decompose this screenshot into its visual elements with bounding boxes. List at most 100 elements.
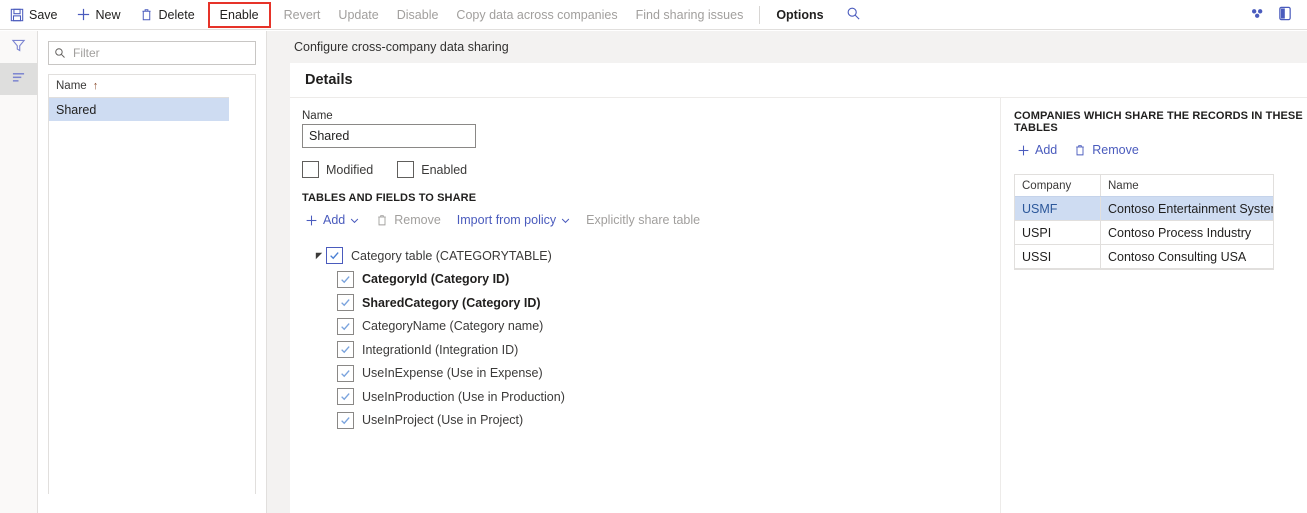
tree-item-checkbox[interactable] (337, 411, 354, 429)
delete-button[interactable]: Delete (131, 2, 203, 28)
column-header-company[interactable]: Company (1015, 175, 1101, 196)
modified-checkbox[interactable] (302, 161, 319, 178)
explicitly-share-table-button: Explicitly share table (586, 213, 700, 227)
revert-button: Revert (276, 2, 329, 28)
name-input[interactable] (302, 124, 476, 148)
tree-item-label: UseInProduction (Use in Production) (362, 389, 565, 404)
tree-item-checkbox[interactable] (337, 294, 354, 312)
enable-label: Enable (219, 7, 259, 22)
tree-item-checkbox[interactable] (337, 341, 354, 359)
details-card: Details Name Modified Enabled TABLES AND… (290, 63, 1307, 513)
plus-icon (1016, 143, 1030, 157)
search-button[interactable] (841, 2, 867, 28)
application-window: Save New Delete Enable Revert Update Dis… (0, 0, 1307, 513)
filter-pane-button[interactable] (0, 31, 37, 63)
tables-and-fields-column: Name Modified Enabled TABLES AND FIELDS … (290, 98, 1000, 513)
tables-remove-label: Remove (394, 213, 441, 227)
tree-item-checkbox[interactable] (337, 317, 354, 335)
companies-add-label: Add (1035, 143, 1058, 157)
plus-icon (304, 213, 318, 227)
disable-label: Disable (396, 7, 439, 22)
toolbar-divider (759, 5, 761, 24)
tree-item[interactable]: UseInProject (Use in Project) (337, 409, 1000, 433)
list-pane-button[interactable] (0, 63, 37, 95)
chevron-down-icon (561, 216, 570, 225)
cell-company: USSI (1015, 245, 1101, 268)
plus-icon (76, 7, 91, 22)
save-label: Save (29, 7, 58, 22)
options-label: Options (776, 7, 824, 22)
copy-data-label: Copy data across companies (456, 7, 618, 22)
command-bar: Save New Delete Enable Revert Update Dis… (0, 0, 1307, 30)
table-row[interactable]: USPI Contoso Process Industry (1015, 221, 1273, 245)
tree-item[interactable]: UseInExpense (Use in Expense) (337, 362, 1000, 386)
funnel-icon (11, 38, 26, 56)
table-row[interactable]: USMF Contoso Entertainment System ... (1015, 197, 1273, 221)
tree-item-label: UseInProject (Use in Project) (362, 413, 524, 428)
new-button[interactable]: New (68, 2, 129, 28)
options-button[interactable]: Options (768, 2, 831, 28)
tree-root-checkbox[interactable] (326, 247, 343, 265)
column-header-name[interactable]: Name (1101, 175, 1273, 196)
find-sharing-issues-label: Find sharing issues (635, 7, 744, 22)
companies-column: COMPANIES WHICH SHARE THE RECORDS IN THE… (1000, 98, 1307, 513)
tree-item[interactable]: CategoryId (Category ID) (337, 268, 1000, 292)
sort-ascending-icon: ↑ (92, 80, 99, 92)
update-label: Update (338, 7, 379, 22)
import-from-policy-button[interactable]: Import from policy (457, 213, 570, 227)
cell-company: USPI (1015, 221, 1101, 244)
name-column-label: Name (56, 80, 87, 92)
lines-icon (11, 71, 26, 87)
tree-children: CategoryId (Category ID) SharedCategory … (311, 268, 1000, 433)
trash-icon (139, 7, 154, 22)
list-item[interactable]: Shared (49, 98, 229, 121)
companies-action-bar: Add Remove (1016, 143, 1307, 157)
delete-label: Delete (158, 7, 195, 22)
modified-label: Modified (326, 162, 374, 177)
status-checkbox-row: Modified Enabled (302, 161, 1000, 178)
enable-button[interactable]: Enable (207, 1, 271, 28)
disable-button: Disable (389, 2, 447, 28)
open-in-new-window-icon (1278, 6, 1292, 24)
enabled-checkbox[interactable] (397, 161, 415, 178)
tree-item[interactable]: IntegrationId (Integration ID) (337, 338, 1000, 362)
tables-add-button[interactable]: Add (304, 213, 359, 227)
companies-remove-button[interactable]: Remove (1073, 143, 1139, 157)
cell-name: Contoso Entertainment System ... (1108, 201, 1273, 216)
filter-input[interactable] (71, 45, 255, 61)
filter-box[interactable] (48, 41, 256, 65)
main-content: Configure cross-company data sharing Det… (267, 31, 1307, 513)
tree-item-checkbox[interactable] (337, 364, 354, 382)
tree-item-checkbox[interactable] (337, 270, 354, 288)
companies-section-title: COMPANIES WHICH SHARE THE RECORDS IN THE… (1014, 110, 1303, 134)
expander-collapse-icon[interactable] (311, 252, 326, 260)
tree-item-label: IntegrationId (Integration ID) (362, 342, 519, 357)
tables-remove-button: Remove (375, 213, 441, 227)
details-card-title: Details (290, 63, 1307, 98)
tree-item[interactable]: CategoryName (Category name) (337, 315, 1000, 339)
new-label: New (95, 7, 121, 22)
tree-item-checkbox[interactable] (337, 388, 354, 406)
cell-company: USMF (1015, 197, 1101, 220)
open-in-new-window-button[interactable] (1271, 2, 1299, 28)
copy-data-across-companies-button: Copy data across companies (448, 2, 625, 28)
tree-root-label: Category table (CATEGORYTABLE) (351, 248, 552, 263)
enabled-label: Enabled (421, 162, 468, 177)
page-title: Configure cross-company data sharing (294, 40, 509, 54)
save-button[interactable]: Save (1, 2, 66, 28)
personalize-icon (1250, 7, 1265, 23)
search-icon (846, 6, 861, 24)
table-row[interactable]: USSI Contoso Consulting USA (1015, 245, 1273, 269)
list-item-label: Shared (56, 102, 97, 117)
tables-fields-tree: Category table (CATEGORYTABLE) CategoryI… (311, 244, 1000, 432)
left-icon-rail (0, 31, 38, 513)
tables-section-title: TABLES AND FIELDS TO SHARE (302, 192, 477, 204)
tree-item-label: SharedCategory (Category ID) (362, 295, 541, 310)
tree-root-node[interactable]: Category table (CATEGORYTABLE) (311, 244, 1000, 268)
chevron-down-icon (350, 216, 359, 225)
tree-item[interactable]: UseInProduction (Use in Production) (337, 385, 1000, 409)
tree-item[interactable]: SharedCategory (Category ID) (337, 291, 1000, 315)
companies-add-button[interactable]: Add (1016, 143, 1057, 157)
personalize-button[interactable] (1243, 2, 1271, 28)
name-column-header[interactable]: Name ↑ (49, 75, 229, 98)
